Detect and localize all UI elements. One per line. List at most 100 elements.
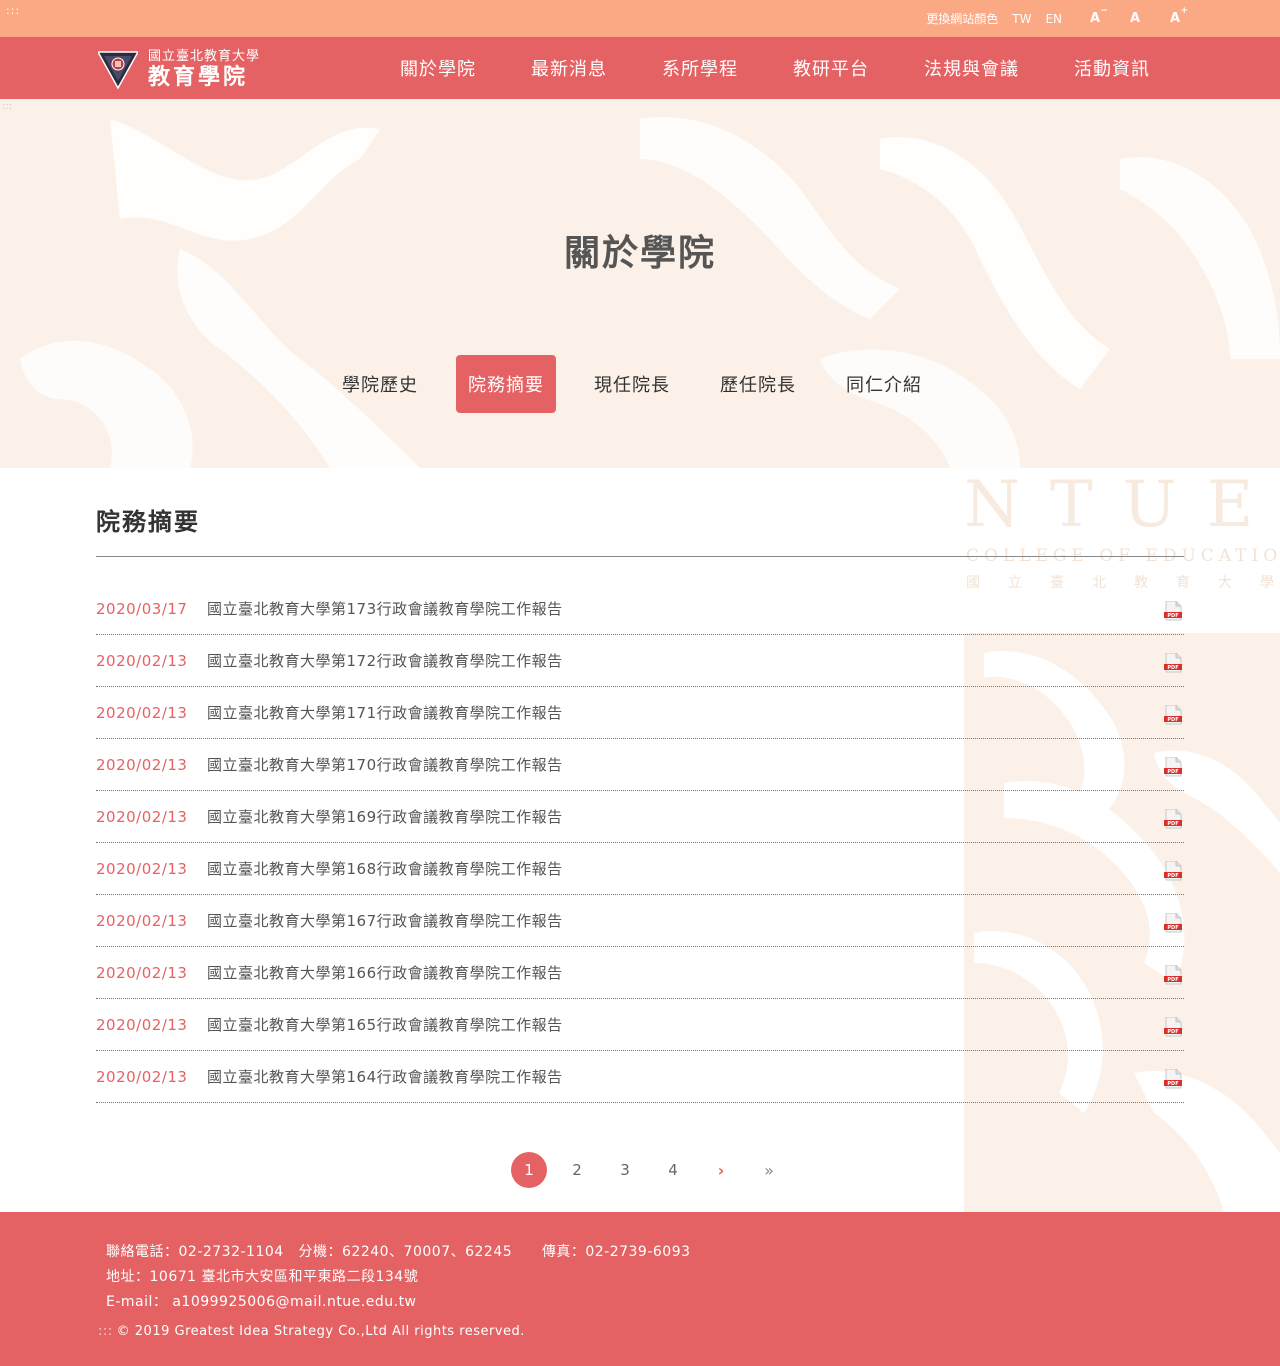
section-divider: [96, 556, 1184, 557]
subtab-former-deans[interactable]: 歷任院長: [708, 355, 808, 413]
footer-address: 地址：10671 臺北市大安區和平東路二段134號: [106, 1269, 419, 1285]
row-title-link[interactable]: 國立臺北教育大學第169行政會議教育學院工作報告: [207, 806, 563, 827]
page-3-button[interactable]: 3: [607, 1152, 643, 1188]
font-normal-button[interactable]: A: [1128, 11, 1142, 26]
pdf-icon[interactable]: PDF: [1164, 913, 1182, 933]
pdf-icon[interactable]: PDF: [1164, 809, 1182, 829]
svg-text:PDF: PDF: [1167, 613, 1178, 619]
change-color-link[interactable]: 更換網站顏色: [926, 10, 998, 27]
table-row[interactable]: 2020/02/13 國立臺北教育大學第165行政會議教育學院工作報告 PDF: [96, 999, 1184, 1051]
table-row[interactable]: 2020/02/13 國立臺北教育大學第166行政會議教育學院工作報告 PDF: [96, 947, 1184, 999]
utility-tools: 更換網站顏色 TW EN A − A A +: [912, 0, 1188, 37]
row-title-link[interactable]: 國立臺北教育大學第173行政會議教育學院工作報告: [207, 598, 563, 619]
pdf-icon[interactable]: PDF: [1164, 1017, 1182, 1037]
row-title-link[interactable]: 國立臺北教育大學第171行政會議教育學院工作報告: [207, 702, 563, 723]
pdf-icon[interactable]: PDF: [1164, 861, 1182, 881]
main-nav: 國立臺北教育大學 教育學院 關於學院 最新消息 系所學程 教研平台 法規與會議 …: [0, 37, 1280, 99]
font-small-button[interactable]: A −: [1088, 6, 1108, 26]
subtab-history[interactable]: 學院歷史: [330, 355, 430, 413]
svg-text:PDF: PDF: [1167, 665, 1178, 671]
section-title: 院務摘要: [96, 508, 200, 536]
row-title-link[interactable]: 國立臺北教育大學第167行政會議教育學院工作報告: [207, 910, 563, 931]
site-logo[interactable]: 國立臺北教育大學 教育學院: [98, 47, 268, 91]
pagination: 1 2 3 4 › »: [511, 1152, 799, 1188]
svg-text:PDF: PDF: [1167, 873, 1178, 879]
table-row[interactable]: 2020/02/13 國立臺北教育大學第172行政會議教育學院工作報告 PDF: [96, 635, 1184, 687]
footer-phone: 聯絡電話：02-2732-1104 分機：62240、70007、62245 傳…: [106, 1244, 691, 1260]
logo-line1: 國立臺北教育大學: [148, 49, 261, 64]
table-row[interactable]: 2020/02/13 國立臺北教育大學第168行政會議教育學院工作報告 PDF: [96, 843, 1184, 895]
font-normal-label: A: [1129, 11, 1141, 26]
font-small-sup: −: [1100, 6, 1108, 16]
pdf-icon[interactable]: PDF: [1164, 653, 1182, 673]
row-date: 2020/02/13: [96, 651, 188, 670]
logo-line2: 教育學院: [148, 64, 249, 90]
nav-research[interactable]: 教研平台: [793, 55, 869, 81]
font-large-sup: +: [1180, 6, 1188, 16]
row-title-link[interactable]: 國立臺北教育大學第170行政會議教育學院工作報告: [207, 754, 563, 775]
pdf-icon[interactable]: PDF: [1164, 757, 1182, 777]
table-row[interactable]: 2020/03/17 國立臺北教育大學第173行政會議教育學院工作報告 PDF: [96, 583, 1184, 635]
svg-text:PDF: PDF: [1167, 925, 1178, 931]
pdf-icon[interactable]: PDF: [1164, 705, 1182, 725]
page-4-button[interactable]: 4: [655, 1152, 691, 1188]
lang-tw-link[interactable]: TW: [1012, 12, 1031, 26]
table-row[interactable]: 2020/02/13 國立臺北教育大學第171行政會議教育學院工作報告 PDF: [96, 687, 1184, 739]
table-row[interactable]: 2020/02/13 國立臺北教育大學第164行政會議教育學院工作報告 PDF: [96, 1051, 1184, 1103]
font-small-label: A: [1089, 11, 1101, 26]
svg-text:PDF: PDF: [1167, 717, 1178, 723]
table-row[interactable]: 2020/02/13 國立臺北教育大學第170行政會議教育學院工作報告 PDF: [96, 739, 1184, 791]
nav-events[interactable]: 活動資訊: [1074, 55, 1150, 81]
font-large-button[interactable]: A +: [1168, 6, 1188, 26]
font-large-label: A: [1169, 11, 1181, 26]
page-title: 關於學院: [563, 233, 716, 274]
svg-text:PDF: PDF: [1167, 1081, 1178, 1087]
deco-ntue-text: NTUE: [964, 468, 1280, 542]
table-row[interactable]: 2020/02/13 國立臺北教育大學第169行政會議教育學院工作報告 PDF: [96, 791, 1184, 843]
skip-marker[interactable]: :::: [6, 4, 20, 17]
svg-text:PDF: PDF: [1167, 977, 1178, 983]
main-menu: 關於學院 最新消息 系所學程 教研平台 法規與會議 活動資訊: [400, 37, 1205, 99]
next-page-button[interactable]: ›: [703, 1152, 739, 1188]
hero-banner: ::: 關於學院 學院歷史 院務摘要 現任院長 歷任院長 同仁介紹: [0, 99, 1280, 468]
footer-email[interactable]: E-mail： a1099925006@mail.ntue.edu.tw: [106, 1291, 417, 1311]
subtab-current-dean[interactable]: 現任院長: [582, 355, 682, 413]
subtab-staff[interactable]: 同仁介紹: [834, 355, 934, 413]
row-date: 2020/02/13: [96, 963, 188, 982]
hero-skip-marker[interactable]: :::: [2, 101, 12, 112]
last-page-button[interactable]: »: [751, 1152, 787, 1188]
pdf-icon[interactable]: PDF: [1164, 1069, 1182, 1089]
row-title-link[interactable]: 國立臺北教育大學第165行政會議教育學院工作報告: [207, 1014, 563, 1035]
page-2-button[interactable]: 2: [559, 1152, 595, 1188]
copyright-text: © 2019 Greatest Idea Strategy Co.,Ltd Al…: [116, 1324, 525, 1339]
row-title-link[interactable]: 國立臺北教育大學第164行政會議教育學院工作報告: [207, 1066, 563, 1087]
svg-text:PDF: PDF: [1167, 821, 1178, 827]
nav-news[interactable]: 最新消息: [531, 55, 607, 81]
pdf-icon[interactable]: PDF: [1164, 601, 1182, 621]
site-footer: 聯絡電話：02-2732-1104 分機：62240、70007、62245 傳…: [0, 1212, 1280, 1366]
row-date: 2020/02/13: [96, 807, 188, 826]
svg-text:PDF: PDF: [1167, 769, 1178, 775]
top-utility-bar: ::: 更換網站顏色 TW EN A − A A +: [0, 0, 1280, 37]
row-date: 2020/02/13: [96, 1015, 188, 1034]
svg-text:PDF: PDF: [1167, 1029, 1178, 1035]
footer-copyright: ::: © 2019 Greatest Idea Strategy Co.,Ltd…: [98, 1324, 525, 1339]
university-emblem-icon: [98, 51, 138, 90]
lang-en-link[interactable]: EN: [1045, 12, 1062, 26]
nav-regulations[interactable]: 法規與會議: [924, 55, 1019, 81]
row-date: 2020/02/13: [96, 859, 188, 878]
sub-nav: 學院歷史 院務摘要 現任院長 歷任院長 同仁介紹: [330, 355, 960, 413]
footer-skip-marker[interactable]: :::: [98, 1324, 113, 1339]
row-date: 2020/02/13: [96, 755, 188, 774]
table-row[interactable]: 2020/02/13 國立臺北教育大學第167行政會議教育學院工作報告 PDF: [96, 895, 1184, 947]
row-date: 2020/02/13: [96, 1067, 188, 1086]
pdf-icon[interactable]: PDF: [1164, 965, 1182, 985]
row-title-link[interactable]: 國立臺北教育大學第166行政會議教育學院工作報告: [207, 962, 563, 983]
row-title-link[interactable]: 國立臺北教育大學第172行政會議教育學院工作報告: [207, 650, 563, 671]
row-title-link[interactable]: 國立臺北教育大學第168行政會議教育學院工作報告: [207, 858, 563, 879]
subtab-summary[interactable]: 院務摘要: [456, 355, 556, 413]
nav-departments[interactable]: 系所學程: [662, 55, 738, 81]
nav-about[interactable]: 關於學院: [400, 55, 476, 81]
page-1-button[interactable]: 1: [511, 1152, 547, 1188]
row-date: 2020/03/17: [96, 599, 188, 618]
